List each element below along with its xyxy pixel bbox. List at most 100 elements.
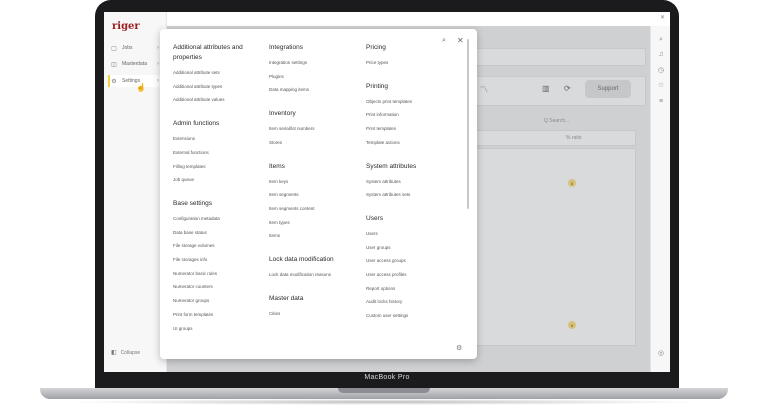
sidebar: riger ▢ Jobs › ◫ Masterdata › ⚙ Settings… — [104, 12, 167, 372]
search-icon[interactable]: ⌕ — [442, 37, 446, 45]
menu-item[interactable]: Filling templates — [173, 160, 251, 174]
sidebar-item-masterdata[interactable]: ◫ Masterdata › — [110, 58, 162, 70]
menu-item[interactable]: Additional attribute values — [173, 93, 251, 107]
support-button[interactable]: Support — [585, 80, 631, 98]
grid-icon: ◫ — [111, 61, 117, 68]
sidebar-item-settings[interactable]: ⚙ Settings › — [108, 75, 162, 87]
menu-item[interactable]: Print information — [366, 108, 444, 122]
menu-item[interactable]: Data mapping items — [269, 83, 347, 97]
menu-item[interactable]: Additional attribute sets — [173, 66, 251, 80]
background-search[interactable]: Q Search... — [544, 118, 569, 124]
help-icon[interactable]: ◎ — [656, 349, 666, 357]
laptop-shadow — [60, 399, 708, 405]
menu-column: Pricing Price types Printing Objects print … — [366, 43, 444, 335]
close-icon[interactable]: ✕ — [660, 14, 665, 21]
menu-item[interactable]: Item segments — [269, 188, 347, 202]
menu-item[interactable]: Configuration metadata — [173, 212, 251, 226]
menu-section-heading: Base settings — [173, 199, 213, 207]
table-header-ratio: % ratio — [566, 135, 582, 141]
menu-section-heading: Pricing — [366, 44, 386, 51]
clock-icon[interactable]: ◷ — [656, 66, 666, 74]
menu-item[interactable]: Plugins — [269, 70, 347, 84]
status-badge: 8 — [568, 179, 576, 187]
menu-section: Integrations Integration settings Plugins D… — [269, 43, 347, 97]
briefcase-icon: ▢ — [111, 45, 117, 52]
menu-item[interactable]: Objects print templates — [366, 95, 444, 109]
menu-section-heading: Users — [366, 214, 383, 222]
menu-column: Additional attributes and properties Addi… — [173, 43, 251, 347]
columns-icon[interactable]: ▥ — [542, 84, 550, 93]
menu-item[interactable]: System attributes sets — [366, 188, 444, 202]
scrollbar[interactable] — [467, 39, 469, 209]
menu-item[interactable]: Template actions — [366, 136, 444, 150]
menu-item[interactable]: File storages info — [173, 253, 251, 267]
menu-item[interactable]: Report options — [366, 282, 444, 296]
menu-section-heading: System attributes — [366, 162, 417, 170]
menu-section: Inventory Item serial/lot numbers Stores — [269, 109, 347, 149]
chevron-right-icon: › — [157, 61, 159, 67]
menu-item[interactable]: Print templates — [366, 122, 444, 136]
menu-item[interactable]: Items — [269, 229, 347, 243]
collapse-icon: ◧ — [111, 350, 117, 356]
menu-item[interactable]: Extensions — [173, 132, 251, 146]
settings-menu: Additional attributes and properties Addi… — [160, 29, 477, 359]
menu-item[interactable]: Custom user settings — [366, 309, 444, 323]
menu-item[interactable]: UI groups — [173, 322, 251, 336]
menu-section-heading: Integrations — [269, 44, 303, 51]
chevron-right-icon: › — [157, 78, 159, 84]
menu-item[interactable]: Numerator groups — [173, 294, 251, 308]
menu-item[interactable]: Audit locks history — [366, 295, 444, 309]
menu-section: Master data Cities — [269, 294, 347, 321]
collapse-button[interactable]: ◧ Collapse — [111, 349, 140, 357]
sidebar-item-label: Masterdata — [122, 61, 148, 67]
menu-section: System attributes System attributes System… — [366, 162, 444, 202]
menu-item[interactable]: Item segments content — [269, 202, 347, 216]
menu-item[interactable]: Lock data modification reasons — [269, 268, 347, 282]
menu-item[interactable]: Price types — [366, 56, 444, 70]
menu-item[interactable]: Job queue — [173, 173, 251, 187]
menu-item[interactable]: Item types — [269, 216, 347, 230]
filter-icon[interactable]: ≡ — [656, 98, 666, 105]
refresh-icon[interactable]: ⟳ — [564, 84, 571, 93]
menu-section: Pricing Price types — [366, 43, 444, 70]
menu-item[interactable]: Data base status — [173, 226, 251, 240]
search-icon[interactable]: ⌕ — [656, 36, 666, 44]
menu-section: Printing Objects print templates Print inf… — [366, 82, 444, 150]
menu-item[interactable]: Print form templates — [173, 308, 251, 322]
menu-item[interactable]: Numerator counters — [173, 280, 251, 294]
menu-item[interactable]: Users — [366, 227, 444, 241]
menu-section-heading: Admin functions — [173, 120, 220, 128]
menu-section-heading: Additional attributes and properties — [173, 44, 243, 61]
menu-section-heading: Master data — [269, 294, 304, 302]
menu-item[interactable]: User access groups — [366, 254, 444, 268]
menu-item[interactable]: External functions — [173, 146, 251, 160]
menu-item[interactable]: User access profiles — [366, 268, 444, 282]
menu-item[interactable]: Additional attribute types — [173, 80, 251, 94]
status-badge: 8 — [568, 321, 576, 329]
menu-item[interactable]: Item keys — [269, 175, 347, 189]
menu-item[interactable]: System attributes — [366, 175, 444, 189]
sidebar-item-jobs[interactable]: ▢ Jobs › — [110, 42, 162, 54]
menu-item[interactable]: File storage volumes — [173, 239, 251, 253]
menu-item[interactable]: Numerator basic rules — [173, 267, 251, 281]
menu-item[interactable]: Integration settings — [269, 56, 347, 70]
menu-section: Lock data modification Lock data modifica… — [269, 255, 347, 282]
star-icon[interactable]: ☆ — [656, 81, 666, 89]
menu-item[interactable]: Cities — [269, 307, 347, 321]
device-label: MacBook Pro — [364, 374, 410, 381]
menu-item[interactable]: Item serial/lot numbers — [269, 122, 347, 136]
menu-section-heading: Items — [269, 162, 285, 170]
mouse-cursor-icon: ☝ — [136, 83, 146, 92]
sidebar-item-label: Jobs — [122, 45, 133, 51]
menu-section: Users Users User groups User access groups U… — [366, 214, 444, 323]
close-icon[interactable]: ✕ — [457, 36, 464, 45]
menu-item[interactable]: Stores — [269, 136, 347, 150]
bell-icon[interactable]: ♫ — [656, 51, 666, 58]
menu-column: Integrations Integration settings Plugins D… — [269, 43, 347, 332]
menu-section-heading: Inventory — [269, 110, 296, 118]
menu-section-heading: Printing — [366, 82, 389, 90]
logo: riger — [112, 21, 140, 32]
menu-item[interactable]: User groups — [366, 241, 444, 255]
gear-icon[interactable]: ⚙ — [456, 344, 462, 352]
screen: ✕ 〽 ▥ ⟳ Support Q Search... % ratio 8 8 … — [104, 12, 670, 372]
